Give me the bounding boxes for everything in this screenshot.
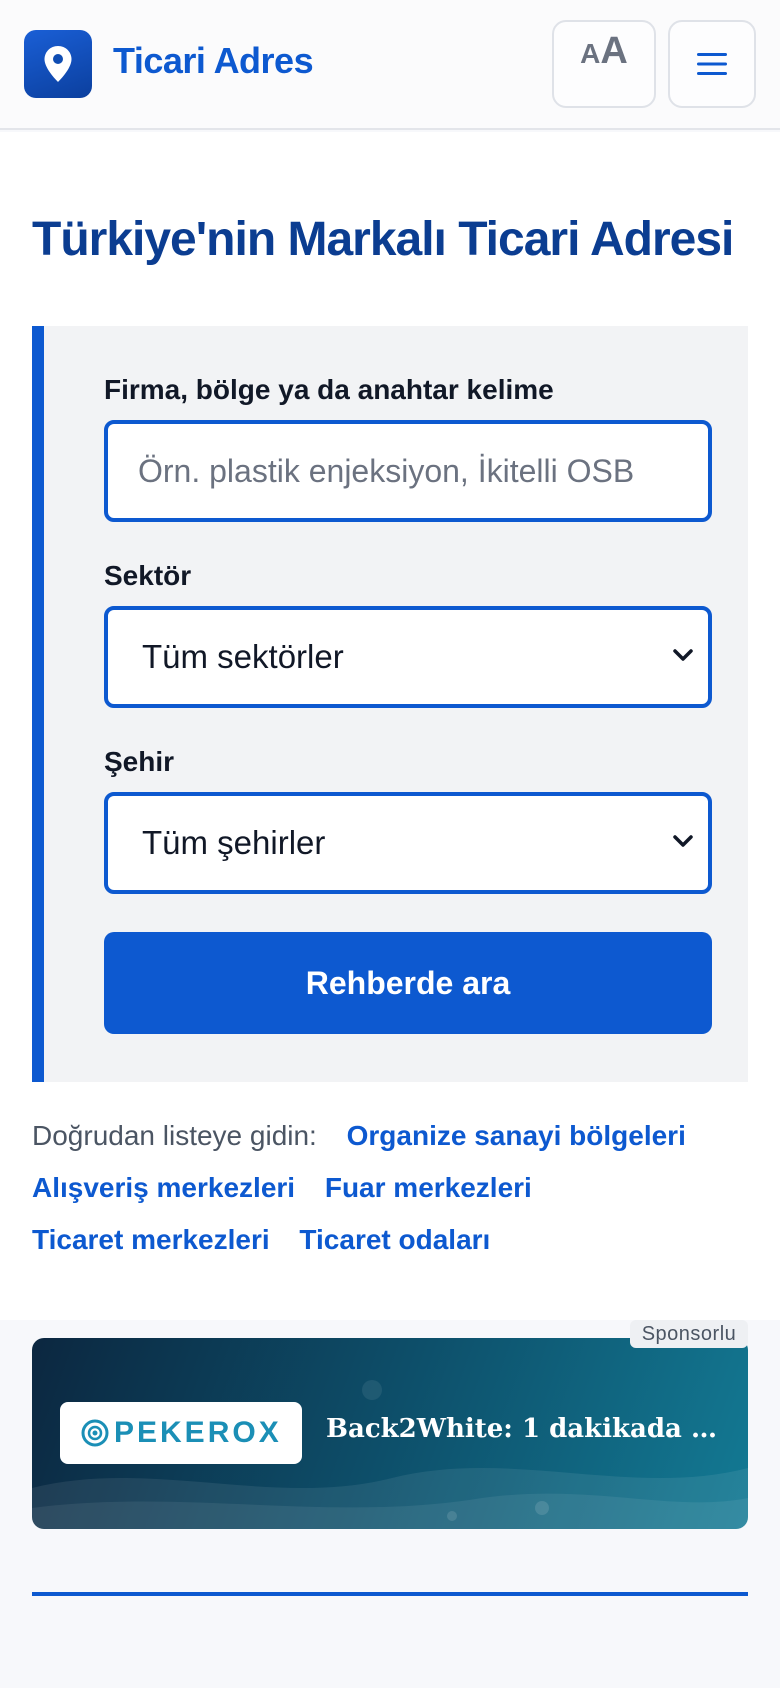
banner-text: Back2White: 1 dakikada ilk … [326,1414,726,1444]
sector-label: Sektör [104,560,192,591]
font-size-button[interactable]: AA [552,20,656,108]
pekerox-mark-icon [81,1419,109,1447]
city-select[interactable]: Tüm şehirler [104,792,712,894]
quick-links-label: Doğrudan listeye gidin: [32,1120,317,1151]
pekerox-logo: PEKEROX [60,1402,302,1464]
logo-badge[interactable] [24,30,92,98]
city-selected-value: Tüm şehirler [142,824,326,861]
keyword-input[interactable] [108,424,708,518]
sponsored-banner[interactable]: PEKEROX Back2White: 1 dakikada ilk … [32,1338,748,1529]
keyword-field[interactable] [104,420,712,522]
pekerox-logo-text: PEKEROX [114,1416,282,1449]
page-title: Türkiye'nin Markalı Ticari Adresi [32,213,734,266]
quick-link-ticaret-odalari[interactable]: Ticaret odaları [299,1224,490,1255]
chevron-down-icon [673,649,693,661]
map-pin-icon [44,46,72,82]
sponsored-badge: Sponsorlu [630,1320,748,1348]
city-label: Şehir [104,746,175,777]
main-content: Türkiye'nin Markalı Ticari Adresi Firma,… [0,132,780,1320]
quick-link-osb[interactable]: Organize sanayi bölgeleri [347,1120,686,1151]
quick-link-fuar[interactable]: Fuar merkezleri [325,1172,532,1203]
menu-button[interactable] [668,20,756,108]
hamburger-menu-icon [697,53,727,75]
chevron-down-icon [673,835,693,847]
sector-select[interactable]: Tüm sektörler [104,606,712,708]
quick-links: Doğrudan listeye gidin: Organize sanayi … [32,1110,748,1266]
search-button[interactable]: Rehberde ara [104,932,712,1034]
search-form: Firma, bölge ya da anahtar kelime Sektör… [32,326,748,1082]
quick-link-avm[interactable]: Alışveriş merkezleri [32,1172,295,1203]
quick-link-ticaret-merkezleri[interactable]: Ticaret merkezleri [32,1224,270,1255]
brand-name[interactable]: Ticari Adres [113,40,314,82]
site-header: Ticari Adres AA [0,0,780,130]
sector-selected-value: Tüm sektörler [142,638,344,675]
section-divider [32,1592,748,1596]
keyword-label: Firma, bölge ya da anahtar kelime [104,374,554,405]
text-size-icon: AA [580,30,628,72]
